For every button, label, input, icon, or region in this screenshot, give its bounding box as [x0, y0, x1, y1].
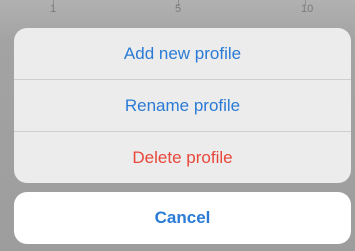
cancel-button[interactable]: Cancel — [14, 192, 351, 244]
add-new-profile-button[interactable]: Add new profile — [14, 28, 351, 80]
delete-profile-button[interactable]: Delete profile — [14, 132, 351, 183]
ruler-label-1: 1 — [50, 3, 57, 15]
background-ruler: 1 5 10 — [0, 0, 355, 28]
ruler-label-5: 5 — [175, 3, 182, 15]
ruler-label-10: 10 — [301, 3, 314, 15]
rename-profile-button[interactable]: Rename profile — [14, 80, 351, 132]
action-sheet-options: Add new profile Rename profile Delete pr… — [14, 28, 351, 183]
